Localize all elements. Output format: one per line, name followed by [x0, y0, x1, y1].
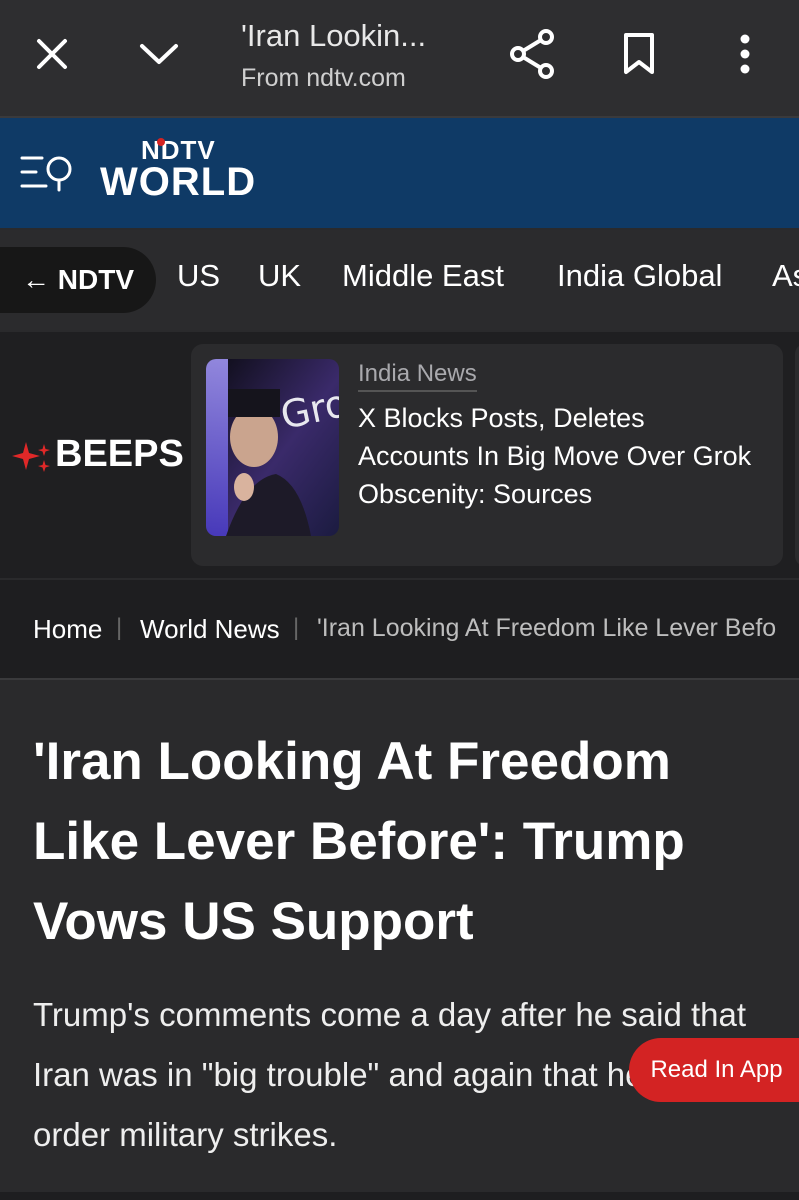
nav-item-uk[interactable]: UK — [258, 258, 301, 294]
beep-headline[interactable]: X Blocks Posts, Deletes Accounts In Big … — [358, 399, 758, 513]
chevron-down-icon[interactable] — [136, 32, 182, 76]
beep-thumbnail[interactable]: Gro — [206, 359, 339, 536]
nav-item-middle-east[interactable]: Middle East — [342, 258, 504, 294]
breadcrumb-home[interactable]: Home — [33, 614, 102, 645]
bookmark-icon[interactable] — [618, 30, 660, 78]
close-icon[interactable] — [30, 32, 74, 76]
nav-item-asia[interactable]: As — [772, 258, 799, 294]
sparkle-icon — [12, 440, 52, 479]
beeps-label: BEEPS — [55, 433, 184, 475]
next-beep-card[interactable] — [795, 344, 799, 566]
breadcrumb-world-news[interactable]: World News — [140, 614, 280, 645]
breadcrumb-current: 'Iran Looking At Freedom Like Lever Befo — [317, 614, 777, 642]
page-source: From ndtv.com — [241, 64, 406, 92]
share-icon[interactable] — [508, 28, 556, 80]
nav-item-us[interactable]: US — [177, 258, 220, 294]
browser-toolbar: 'Iran Lookin... From ndtv.com — [0, 0, 799, 118]
menu-search-icon[interactable] — [20, 152, 76, 199]
breadcrumb-separator: | — [116, 614, 123, 641]
article-headline: 'Iran Looking At Freedom Like Lever Befo… — [33, 732, 685, 951]
read-in-app-button[interactable]: Read In App — [629, 1038, 799, 1102]
back-to-ndtv-button[interactable]: ← NDTV — [0, 247, 156, 313]
beep-category[interactable]: India News — [358, 360, 477, 392]
page-title: 'Iran Lookin... — [241, 18, 427, 53]
breadcrumb-separator: | — [293, 614, 300, 641]
logo-dot — [157, 138, 165, 146]
nav-item-india-global[interactable]: India Global — [557, 258, 722, 294]
logo-world[interactable]: WORLD — [100, 160, 256, 205]
more-options-icon[interactable] — [730, 30, 760, 78]
page-divider — [0, 1192, 799, 1200]
